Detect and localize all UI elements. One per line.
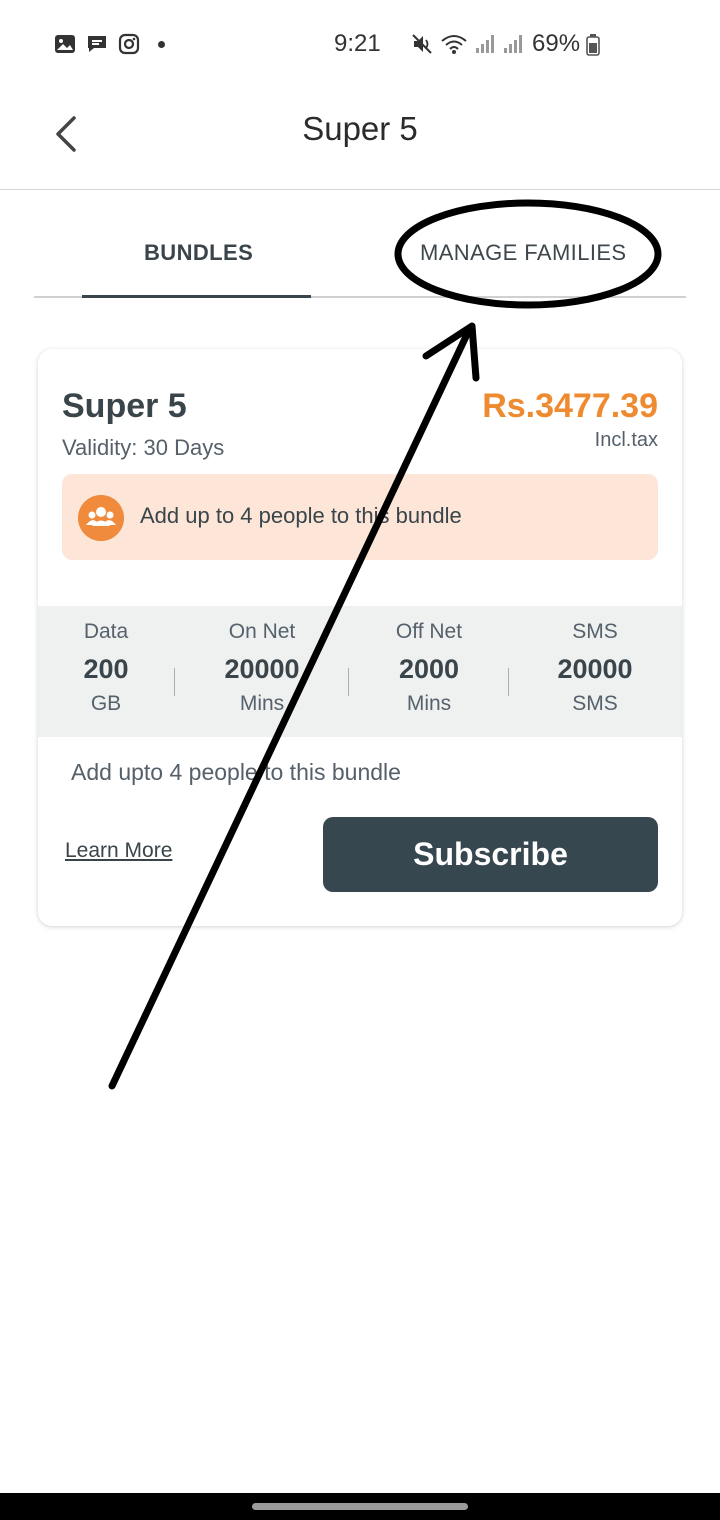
stat-value: 20000 xyxy=(224,654,300,684)
status-bar: 9:21 69% xyxy=(0,0,720,90)
active-tab-indicator xyxy=(82,295,311,298)
stat-unit: SMS xyxy=(572,692,618,715)
bundle-title: Super 5 xyxy=(62,387,187,425)
stat-divider xyxy=(174,668,175,696)
info-banner: Add up to 4 people to this bundle xyxy=(62,474,658,560)
app-header: Super 5 xyxy=(0,90,720,190)
mute-icon xyxy=(412,34,432,54)
notification-icons xyxy=(54,33,165,55)
stat-unit: Mins xyxy=(239,692,285,715)
system-icons xyxy=(410,32,524,56)
status-time: 9:21 xyxy=(334,30,381,57)
wifi-icon xyxy=(441,35,467,54)
battery-percentage: 69% xyxy=(532,30,581,57)
people-icon xyxy=(78,495,124,541)
stat-off-net: Off Net 2000 Mins xyxy=(359,620,499,716)
bundle-price: Rs.3477.39 xyxy=(482,387,658,425)
battery-icon xyxy=(586,34,600,56)
dot-icon xyxy=(158,40,165,48)
tab-bar: BUNDLES MANAGE FAMILIES xyxy=(34,190,686,298)
stat-divider xyxy=(348,668,349,696)
stat-label: Off Net xyxy=(395,620,463,643)
learn-more-link[interactable]: Learn More xyxy=(65,839,172,863)
stat-label: On Net xyxy=(228,620,296,643)
page-title: Super 5 xyxy=(302,110,418,147)
signal-icon xyxy=(504,35,522,53)
stat-label: SMS xyxy=(572,620,618,643)
banner-text: Add up to 4 people to this bundle xyxy=(140,503,462,528)
tab-bundles[interactable]: BUNDLES xyxy=(144,240,253,266)
stat-sms: SMS 20000 SMS xyxy=(525,620,665,716)
stat-data: Data 200 GB xyxy=(38,620,176,716)
tax-note: Incl.tax xyxy=(594,429,658,451)
bundle-card: Super 5 Validity: 30 Days Rs.3477.39 Inc… xyxy=(38,349,682,926)
tab-manage-families[interactable]: MANAGE FAMILIES xyxy=(420,240,627,266)
bundle-description: Add upto 4 people to this bundle xyxy=(71,759,401,785)
subscribe-button[interactable]: Subscribe xyxy=(323,817,658,892)
stat-value: 200 xyxy=(83,654,129,684)
stat-on-net: On Net 20000 Mins xyxy=(192,620,332,716)
stat-value: 2000 xyxy=(398,654,460,684)
stat-unit: GB xyxy=(90,692,122,715)
message-icon xyxy=(88,36,106,52)
gallery-icon xyxy=(55,35,75,53)
instagram-icon xyxy=(118,33,140,55)
signal-icon xyxy=(476,35,494,53)
home-gesture-handle[interactable] xyxy=(252,1503,468,1510)
bundle-validity: Validity: 30 Days xyxy=(62,435,225,460)
stat-value: 20000 xyxy=(557,654,633,684)
stat-divider xyxy=(508,668,509,696)
stat-label: Data xyxy=(83,620,129,643)
system-nav-bar xyxy=(0,1493,720,1520)
bundle-stats: Data 200 GB On Net 20000 Mins Off Net 20… xyxy=(38,606,682,737)
stat-unit: Mins xyxy=(406,692,452,715)
